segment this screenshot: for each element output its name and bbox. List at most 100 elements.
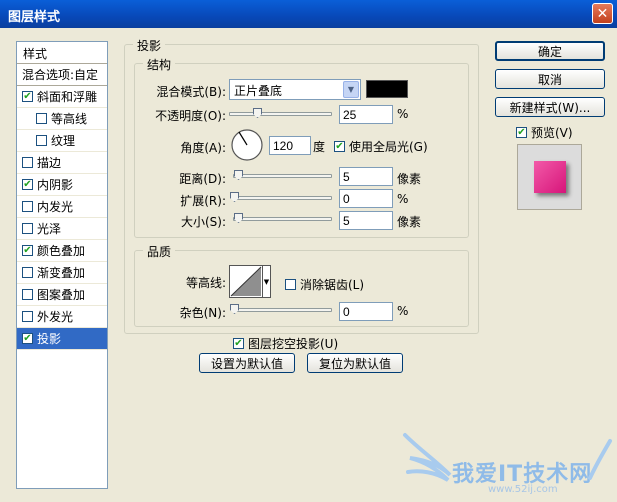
new-style-button[interactable]: 新建样式(W)... <box>495 97 605 117</box>
style-preview <box>517 144 582 210</box>
wing-right-icon <box>588 439 612 480</box>
blend-options-label: 混合选项:自定 <box>22 68 99 82</box>
spread-slider-track[interactable] <box>233 196 332 200</box>
contour-label: 等高线: <box>185 276 226 290</box>
style-item-label: 投影 <box>37 332 62 346</box>
spread-input[interactable] <box>339 189 393 208</box>
title-bar: 图层样式 ✕ <box>0 0 617 28</box>
angle-input[interactable] <box>269 136 311 155</box>
opacity-unit: % <box>397 107 409 121</box>
reset-default-label: 复位为默认值 <box>318 356 391 371</box>
style-item-label: 描边 <box>37 156 62 170</box>
angle-dial-icon <box>231 129 263 161</box>
angle-label: 角度(A): <box>180 141 226 155</box>
checkbox-icon[interactable]: ✔ <box>22 179 33 190</box>
style-item-label: 外发光 <box>37 310 74 324</box>
size-slider-track[interactable] <box>233 217 332 221</box>
structure-title: 结构 <box>143 56 176 73</box>
spread-unit: % <box>397 192 409 206</box>
style-item-contour[interactable]: 等高线 <box>17 108 107 130</box>
opacity-slider-track[interactable] <box>229 112 332 116</box>
close-icon: ✕ <box>596 5 609 22</box>
checkbox-icon[interactable] <box>285 279 296 290</box>
make-default-label: 设置为默认值 <box>210 356 283 371</box>
style-item-drop-shadow[interactable]: ✔ 投影 <box>17 328 107 350</box>
ok-button[interactable]: 确定 <box>495 41 605 61</box>
checkbox-icon[interactable] <box>36 135 47 146</box>
checkbox-icon[interactable]: ✔ <box>334 141 345 152</box>
checkbox-icon[interactable]: ✔ <box>22 245 33 256</box>
checkbox-icon[interactable]: ✔ <box>233 338 244 349</box>
style-item-texture[interactable]: 纹理 <box>17 130 107 152</box>
size-label: 大小(S): <box>180 215 226 229</box>
blend-options-item[interactable]: 混合选项:自定 <box>17 64 107 86</box>
checkbox-icon[interactable]: ✔ <box>516 127 527 138</box>
styles-list: 样式 混合选项:自定 ✔ 斜面和浮雕 等高线 纹理 描边 ✔ 内阴影 内发光 光泽 … <box>16 41 108 489</box>
checkbox-icon[interactable] <box>22 201 33 212</box>
opacity-label: 不透明度(O): <box>155 109 226 123</box>
watermark: 我爱IT技术网 www.52ij.com <box>400 420 615 500</box>
style-item-outer-glow[interactable]: 外发光 <box>17 306 107 328</box>
style-item-stroke[interactable]: 描边 <box>17 152 107 174</box>
distance-slider-track[interactable] <box>233 174 332 178</box>
style-item-inner-glow[interactable]: 内发光 <box>17 196 107 218</box>
style-item-label: 光泽 <box>37 222 62 236</box>
contour-linear-icon <box>230 266 262 297</box>
noise-label: 杂色(N): <box>179 306 226 320</box>
checkbox-icon[interactable] <box>22 311 33 322</box>
checkbox-icon[interactable] <box>22 223 33 234</box>
style-item-label: 颜色叠加 <box>37 244 86 258</box>
checkbox-icon[interactable]: ✔ <box>22 91 33 102</box>
close-button[interactable]: ✕ <box>592 3 613 24</box>
style-item-label: 内发光 <box>37 200 74 214</box>
distance-input[interactable] <box>339 167 393 186</box>
styles-header: 样式 <box>17 42 107 64</box>
angle-dial[interactable] <box>230 128 264 162</box>
reset-default-button[interactable]: 复位为默认值 <box>307 353 403 373</box>
watermark-url: www.52ij.com <box>488 484 558 495</box>
make-default-button[interactable]: 设置为默认值 <box>199 353 295 373</box>
anti-alias-checkbox-row[interactable]: 消除锯齿(L) <box>285 276 364 293</box>
angle-unit: 度 <box>313 140 326 154</box>
new-style-label: 新建样式(W)... <box>509 100 591 115</box>
style-item-color-overlay[interactable]: ✔ 颜色叠加 <box>17 240 107 262</box>
chevron-down-icon[interactable]: ▼ <box>343 81 359 98</box>
preview-checkbox-row[interactable]: ✔ 预览(V) <box>516 124 573 141</box>
size-input[interactable] <box>339 211 393 230</box>
distance-unit: 像素 <box>397 172 422 186</box>
spread-label: 扩展(R): <box>180 194 226 208</box>
checkbox-icon[interactable] <box>22 289 33 300</box>
cancel-label: 取消 <box>537 72 562 87</box>
checkbox-icon[interactable] <box>36 113 47 124</box>
noise-unit: % <box>397 304 409 318</box>
quality-title: 品质 <box>143 243 176 260</box>
knockout-checkbox-row[interactable]: ✔ 图层挖空投影(U) <box>233 335 338 352</box>
size-unit: 像素 <box>397 215 422 229</box>
opacity-input[interactable] <box>339 105 393 124</box>
global-light-checkbox-row[interactable]: ✔ 使用全局光(G) <box>334 138 428 155</box>
contour-picker[interactable]: ▼ <box>229 265 271 298</box>
style-item-pattern-overlay[interactable]: 图案叠加 <box>17 284 107 306</box>
shadow-color-swatch[interactable] <box>366 80 408 98</box>
style-item-satin[interactable]: 光泽 <box>17 218 107 240</box>
style-item-label: 图案叠加 <box>37 288 86 302</box>
style-item-label: 斜面和浮雕 <box>37 90 98 104</box>
checkbox-icon[interactable] <box>22 267 33 278</box>
noise-input[interactable] <box>339 302 393 321</box>
checkbox-icon[interactable] <box>22 157 33 168</box>
style-item-gradient-overlay[interactable]: 渐变叠加 <box>17 262 107 284</box>
style-item-inner-shadow[interactable]: ✔ 内阴影 <box>17 174 107 196</box>
noise-slider-track[interactable] <box>233 308 332 312</box>
chevron-down-icon[interactable]: ▼ <box>262 266 270 297</box>
window-title: 图层样式 <box>8 10 61 25</box>
anti-alias-label: 消除锯齿(L) <box>300 278 365 292</box>
style-item-bevel-emboss[interactable]: ✔ 斜面和浮雕 <box>17 86 107 108</box>
style-item-label: 等高线 <box>51 112 88 126</box>
ok-label: 确定 <box>537 44 562 59</box>
blend-mode-select[interactable]: 正片叠底 ▼ <box>229 79 361 100</box>
checkbox-icon[interactable]: ✔ <box>22 333 33 344</box>
blend-mode-value: 正片叠底 <box>234 84 283 98</box>
preview-swatch <box>534 161 566 193</box>
preview-label: 预览(V) <box>531 126 573 140</box>
cancel-button[interactable]: 取消 <box>495 69 605 89</box>
